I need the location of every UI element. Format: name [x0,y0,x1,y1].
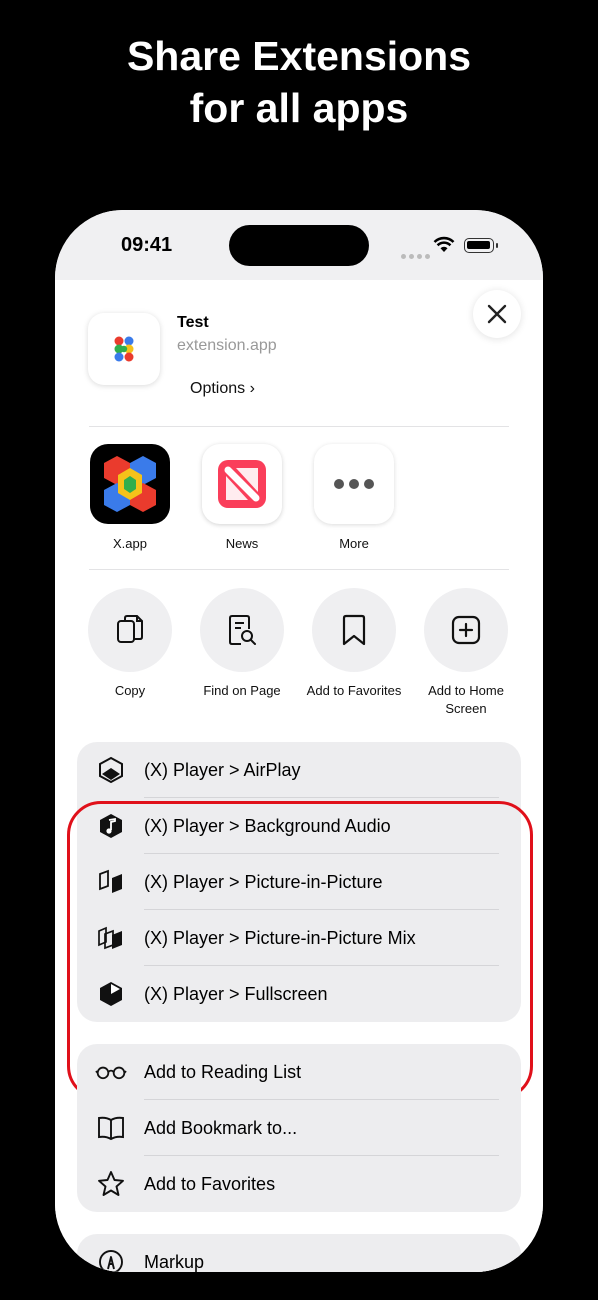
markup-pen-icon [95,1246,127,1272]
row-label: Markup [144,1252,205,1272]
action-add-to-favorites[interactable]: Add to Favorites [304,588,404,700]
add-to-reading-list-row[interactable]: Add to Reading List [77,1044,521,1100]
action-label: Add to Favorites [306,683,402,698]
x-app-icon [90,444,170,524]
action-label: Copy [114,683,146,698]
browser-actions-group: Add to Reading List Add Bookmark to... A… [77,1044,521,1212]
phone-frame: 09:41 Test extension.app Options › X.app… [55,210,543,1272]
glasses-icon [95,1056,127,1088]
action-copy[interactable]: Copy [80,588,180,700]
action-label: Add to Home Screen [428,683,504,716]
status-time: 09:41 [121,234,173,256]
news-icon [202,444,282,524]
row-label: Add Bookmark to... [144,1118,298,1138]
app-label: News [225,536,259,551]
wifi-icon [433,236,455,258]
shared-item-title: Test [177,314,209,331]
cellular-signal-icon [401,246,433,264]
close-icon [487,304,507,324]
row-label: Add to Favorites [144,1174,276,1194]
app-target-x-app[interactable]: X.app [88,444,172,551]
app-target-news[interactable]: News [200,444,284,551]
add-bookmark-row[interactable]: Add Bookmark to... [77,1100,521,1156]
app-label: More [339,536,369,551]
headline-line-1: Share Extensions [126,33,472,79]
divider [89,569,509,570]
find-on-page-icon [200,588,284,672]
add-to-favorites-row[interactable]: Add to Favorites [77,1156,521,1212]
star-icon [95,1168,127,1200]
shared-item-icon [88,313,160,385]
copy-icon [88,588,172,672]
action-label: Find on Page [203,683,281,698]
book-icon [95,1112,127,1144]
headline: Share Extensions for all apps [0,30,598,134]
share-sheet: Test extension.app Options › X.app News … [55,280,543,1272]
shared-item-url: extension.app [177,337,277,354]
divider [89,426,509,427]
row-label: (X) Player > AirPlay [144,760,301,780]
airplay-cube-icon [95,754,127,786]
action-add-to-home-screen[interactable]: Add to Home Screen [416,588,516,718]
battery-icon [464,238,498,253]
status-bar: 09:41 [55,210,543,280]
more-icon [314,444,394,524]
markup-row[interactable]: Markup [77,1234,521,1272]
markup-group: Markup [77,1234,521,1272]
close-button[interactable] [473,290,521,338]
options-button[interactable]: Options › [190,380,255,398]
row-label: Add to Reading List [144,1062,302,1082]
action-find-on-page[interactable]: Find on Page [192,588,292,700]
bookmark-icon [312,588,396,672]
dynamic-island [229,225,369,266]
add-square-icon [424,588,508,672]
headline-line-2: for all apps [189,85,409,131]
app-label: X.app [113,536,147,551]
app-target-more[interactable]: More [312,444,396,551]
player-airplay-row[interactable]: (X) Player > AirPlay [77,742,521,798]
